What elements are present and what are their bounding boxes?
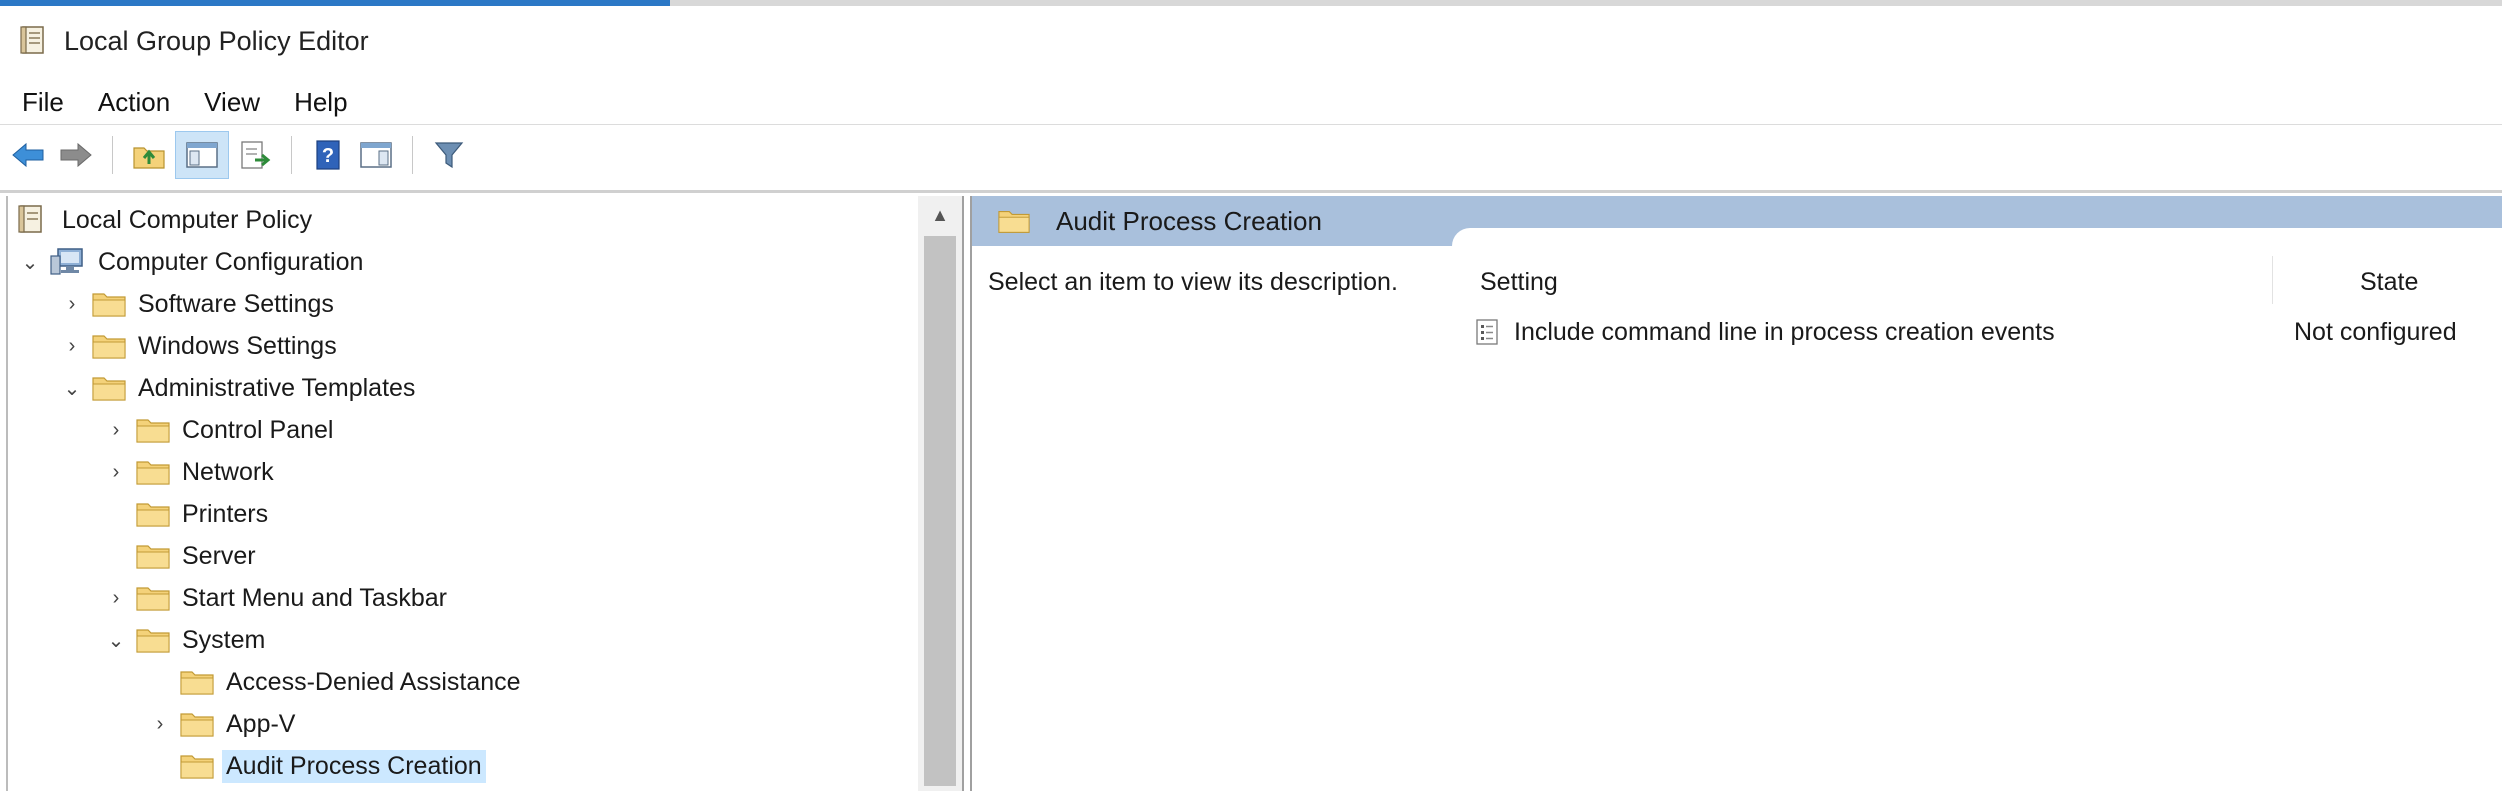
chevron-down-icon[interactable]: ⌄ — [106, 630, 126, 652]
folder-icon — [136, 543, 170, 569]
menu-bar: File Action View Help — [0, 80, 2502, 125]
column-divider[interactable] — [2272, 256, 2273, 304]
tree-node-label: Printers — [182, 499, 269, 528]
show-hide-action-pane-icon[interactable] — [354, 133, 398, 177]
tree-node-label: Windows Settings — [138, 331, 337, 360]
folder-icon — [136, 501, 170, 527]
tree-scrollbar[interactable]: ▲ — [918, 196, 962, 791]
chevron-right-icon[interactable]: › — [150, 713, 170, 735]
window-title: Local Group Policy Editor — [64, 25, 369, 56]
svg-text:?: ? — [322, 145, 334, 167]
tree-node-server[interactable]: Server — [136, 536, 256, 576]
setting-name: Include command line in process creation… — [1514, 317, 2055, 346]
folder-icon — [180, 711, 214, 737]
title-bar: Local Group Policy Editor — [0, 6, 2502, 76]
details-header-title: Audit Process Creation — [1056, 206, 1322, 236]
menu-view[interactable]: View — [192, 87, 272, 118]
setting-row[interactable]: Include command line in process creation… — [1474, 314, 2502, 350]
setting-state: Not configured — [2294, 317, 2457, 346]
help-icon[interactable]: ? — [306, 133, 350, 177]
chevron-down-icon[interactable]: ⌄ — [20, 252, 40, 274]
header-tab-shape — [1452, 228, 2502, 248]
tree-node-printers[interactable]: Printers — [136, 494, 268, 534]
tree-node-label: Start Menu and Taskbar — [182, 583, 447, 612]
tree-node-windows-settings[interactable]: › Windows Settings — [62, 326, 337, 366]
details-pane: Audit Process Creation Select an item to… — [972, 196, 2502, 791]
tree-node-label: Network — [182, 457, 274, 486]
chevron-right-icon[interactable]: › — [62, 293, 82, 315]
tree-node-label: Control Panel — [182, 415, 334, 444]
tree-node-system[interactable]: ⌄ System — [106, 620, 266, 660]
tree-node-label: Server — [182, 541, 256, 570]
policy-icon — [18, 204, 48, 236]
policy-setting-icon — [1474, 318, 1500, 346]
folder-icon — [180, 753, 214, 779]
filter-icon[interactable] — [427, 133, 471, 177]
tree-node-network[interactable]: › Network — [106, 452, 274, 492]
toolbar-separator — [112, 136, 113, 174]
console-tree: Local Computer Policy ⌄ Computer Configu… — [6, 196, 920, 791]
tree-node-local-computer-policy[interactable]: Local Computer Policy — [18, 200, 312, 240]
folder-icon — [136, 585, 170, 611]
chevron-right-icon[interactable]: › — [106, 461, 126, 483]
tree-node-partial[interactable] — [180, 786, 226, 791]
folder-icon — [180, 669, 214, 695]
tree-node-label: System — [182, 625, 266, 654]
menu-action[interactable]: Action — [86, 87, 182, 118]
pane-splitter[interactable] — [962, 196, 972, 791]
tree-node-administrative-templates[interactable]: ⌄ Administrative Templates — [62, 368, 416, 408]
up-folder-icon[interactable] — [127, 133, 171, 177]
chevron-down-icon[interactable]: ⌄ — [62, 378, 82, 400]
tree-node-label: Computer Configuration — [98, 247, 364, 276]
tree-node-label: Access-Denied Assistance — [226, 667, 521, 696]
column-header-setting[interactable]: Setting — [1480, 268, 1558, 297]
toolbar: ? — [0, 126, 2502, 184]
description-text: Select an item to view its description. — [988, 268, 1398, 296]
tree-node-label: Administrative Templates — [138, 373, 416, 402]
column-header-state[interactable]: State — [2360, 268, 2418, 297]
export-list-icon[interactable] — [233, 133, 277, 177]
tree-node-label: Audit Process Creation — [222, 749, 486, 783]
forward-arrow-icon[interactable] — [54, 133, 98, 177]
chevron-right-icon[interactable]: › — [106, 419, 126, 441]
tree-node-audit-process-creation[interactable]: Audit Process Creation — [180, 746, 486, 786]
details-header: Audit Process Creation — [972, 196, 2502, 248]
folder-icon — [92, 375, 126, 401]
toolbar-separator — [291, 136, 292, 174]
tree-node-label: Software Settings — [138, 289, 334, 318]
toolbar-separator — [412, 136, 413, 174]
tree-node-label: Local Computer Policy — [62, 205, 313, 234]
tree-node-access-denied-assistance[interactable]: Access-Denied Assistance — [180, 662, 521, 702]
chevron-right-icon[interactable]: › — [106, 587, 126, 609]
folder-icon — [92, 291, 126, 317]
folder-icon — [92, 333, 126, 359]
computer-icon — [50, 247, 86, 277]
chevron-right-icon[interactable]: › — [62, 335, 82, 357]
back-arrow-icon[interactable] — [6, 133, 50, 177]
tree-node-software-settings[interactable]: › Software Settings — [62, 284, 334, 324]
folder-icon — [998, 208, 1030, 234]
pane-top-border — [0, 190, 2502, 193]
folder-icon — [136, 417, 170, 443]
tree-node-control-panel[interactable]: › Control Panel — [106, 410, 334, 450]
folder-icon — [136, 627, 170, 653]
scrollbar-thumb[interactable] — [924, 236, 956, 786]
folder-icon — [136, 459, 170, 485]
tree-node-app-v[interactable]: › App-V — [150, 704, 296, 744]
menu-help[interactable]: Help — [282, 87, 359, 118]
menu-file[interactable]: File — [10, 87, 76, 118]
show-hide-tree-icon[interactable] — [175, 131, 229, 179]
policy-editor-app-icon — [20, 25, 50, 57]
tree-node-computer-configuration[interactable]: ⌄ Computer Configuration — [20, 242, 364, 282]
scroll-up-icon[interactable]: ▲ — [918, 200, 962, 230]
tree-node-start-menu-and-taskbar[interactable]: › Start Menu and Taskbar — [106, 578, 447, 618]
tree-node-label: App-V — [226, 709, 296, 738]
